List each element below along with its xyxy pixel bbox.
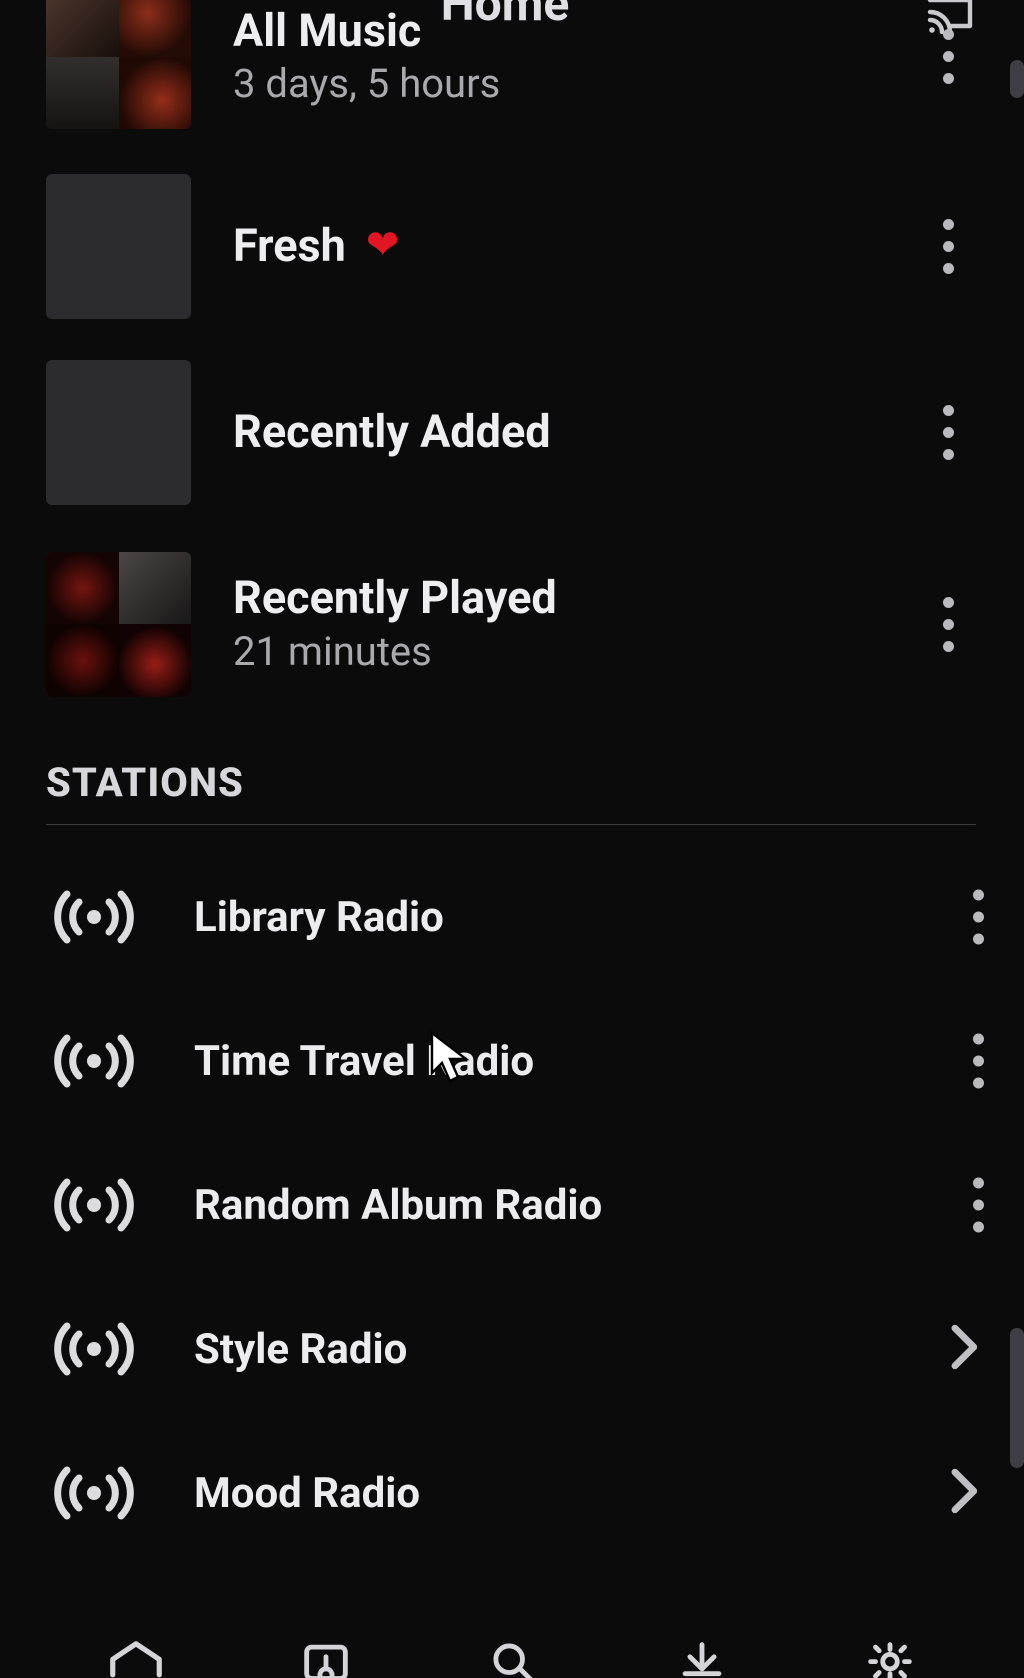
station-name: Mood Radio <box>164 1469 420 1518</box>
library-item-name: Recently Played <box>233 572 557 624</box>
album-art <box>46 552 191 697</box>
stations-section-header: STATIONS <box>0 699 1010 806</box>
nav-home-icon[interactable] <box>105 1638 167 1678</box>
album-art <box>46 0 191 129</box>
nav-download-icon[interactable] <box>673 1638 731 1678</box>
library-item-name: Fresh <box>233 220 346 272</box>
station-item-library-radio[interactable]: Library Radio <box>0 857 1010 977</box>
library-item-name: Recently Added <box>233 406 551 458</box>
station-name: Time Travel Radio <box>164 1037 534 1086</box>
scrollbar-thumb[interactable] <box>1010 60 1024 98</box>
stations-list: Library Radio Time Travel Radio <box>0 825 1010 1553</box>
library-item-subtitle: 21 minutes <box>233 628 1010 676</box>
radio-icon <box>24 1031 164 1091</box>
station-name: Style Radio <box>164 1325 407 1374</box>
more-menu-button[interactable] <box>912 21 984 93</box>
station-name: Random Album Radio <box>164 1181 602 1230</box>
library-item-fresh[interactable]: Fresh ❤ <box>46 171 1010 321</box>
station-name: Library Radio <box>164 893 444 942</box>
library-item-subtitle: 3 days, 5 hours <box>233 60 1010 108</box>
library-item-name: All Music <box>233 5 421 57</box>
more-menu-button[interactable] <box>912 588 984 660</box>
more-menu-button[interactable] <box>912 210 984 282</box>
section-label: STATIONS <box>46 759 1010 806</box>
chevron-right-icon <box>946 1320 980 1378</box>
station-item-time-travel-radio[interactable]: Time Travel Radio <box>0 1001 1010 1121</box>
nav-settings-icon[interactable] <box>861 1638 919 1678</box>
library-item-recently-played[interactable]: Recently Played 21 minutes <box>46 549 1010 699</box>
more-menu-button[interactable] <box>973 890 984 945</box>
radio-icon <box>24 1319 164 1379</box>
library-item-all-music[interactable]: All Music 3 days, 5 hours <box>46 0 1010 129</box>
bottom-nav <box>0 1608 1024 1678</box>
station-item-mood-radio[interactable]: Mood Radio <box>0 1433 1010 1553</box>
album-art <box>46 174 191 319</box>
album-art <box>46 360 191 505</box>
radio-icon <box>24 887 164 947</box>
chevron-right-icon <box>946 1464 980 1522</box>
more-menu-button[interactable] <box>973 1178 984 1233</box>
library-list: All Music 3 days, 5 hours Fresh ❤ <box>0 40 1010 699</box>
scrollbar-thumb[interactable] <box>1010 1328 1024 1468</box>
heart-icon: ❤ <box>366 221 400 268</box>
radio-icon <box>24 1175 164 1235</box>
station-item-style-radio[interactable]: Style Radio <box>0 1289 1010 1409</box>
more-menu-button[interactable] <box>973 1034 984 1089</box>
nav-library-icon[interactable] <box>297 1638 355 1678</box>
more-menu-button[interactable] <box>912 396 984 468</box>
radio-icon <box>24 1463 164 1523</box>
station-item-random-album-radio[interactable]: Random Album Radio <box>0 1145 1010 1265</box>
library-item-recently-added[interactable]: Recently Added <box>46 357 1010 507</box>
nav-search-icon[interactable] <box>485 1638 543 1678</box>
scrollbar[interactable] <box>1010 60 1024 1608</box>
